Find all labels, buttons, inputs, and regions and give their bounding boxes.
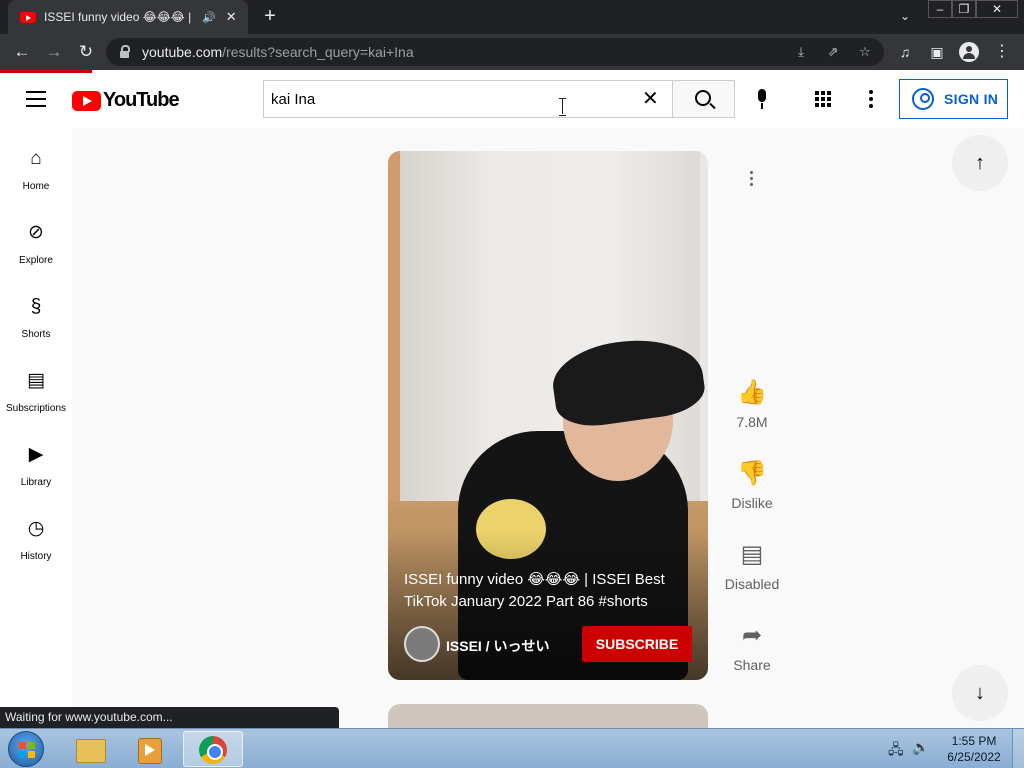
url-text[interactable]: youtube.com/results?search_query=kai+Ina — [142, 44, 414, 60]
sidebar-item-label: Subscriptions — [5, 403, 67, 414]
browser-menu-icon[interactable]: ⋮ — [990, 40, 1014, 64]
sign-in-label: SIGN IN — [944, 91, 999, 107]
share-button[interactable]: ➦ Share — [722, 621, 782, 673]
media-player-icon[interactable] — [122, 731, 178, 767]
dislike-button[interactable]: 👎 Dislike — [722, 459, 782, 511]
youtube-favicon-icon — [20, 11, 36, 23]
page-loading-bar — [0, 70, 92, 73]
reload-button[interactable]: ↻ — [74, 40, 98, 64]
thumbs-down-icon: 👎 — [737, 460, 767, 487]
network-icon[interactable]: 🖧 — [888, 739, 904, 763]
start-button[interactable] — [8, 731, 44, 767]
subscriptions-icon: ▤ — [27, 370, 45, 391]
share-arrow-icon: ➦ — [741, 622, 763, 649]
sign-in-button[interactable]: SIGN IN — [899, 79, 1008, 119]
window-close-button[interactable]: ✕ — [976, 0, 1018, 18]
system-clock[interactable]: 1:55 PM 6/25/2022 — [942, 733, 1006, 765]
search-icon — [695, 90, 711, 106]
next-short-button[interactable]: ↓ — [952, 665, 1008, 721]
volume-icon[interactable]: 🔊 — [912, 739, 929, 756]
search-input[interactable]: kai Ina ✕ — [263, 80, 672, 118]
sidebar-item-label: Explore — [19, 255, 53, 266]
account-circle-icon — [912, 88, 934, 110]
sidebar-item-history[interactable]: ◷ History — [0, 498, 72, 572]
bookmark-star-icon[interactable]: ☆ — [854, 41, 876, 63]
browser-titlebar: ISSEI funny video 😂😂😂 | ISSEI Best TikTo… — [0, 0, 1024, 34]
new-tab-button[interactable]: + — [258, 4, 282, 28]
youtube-logo[interactable]: YouTube — [72, 89, 180, 112]
sidebar-item-library[interactable]: ▶ Library — [0, 424, 72, 498]
library-icon: ▶ — [28, 444, 44, 465]
search-query-text: kai Ina — [271, 91, 316, 108]
browser-toolbar: ← → ↻ youtube.com/results?search_query=k… — [0, 34, 1024, 70]
more-actions-icon[interactable] — [750, 171, 754, 189]
share-icon[interactable]: ⇗ — [822, 41, 844, 63]
shorts-icon: § — [30, 296, 42, 317]
voice-search-mic-icon[interactable] — [756, 89, 768, 111]
lock-icon[interactable] — [120, 45, 130, 58]
text-cursor-icon — [558, 98, 567, 116]
tab-title: ISSEI funny video 😂😂😂 | ISSEI Best TikTo… — [44, 10, 194, 24]
sidebar-item-explore[interactable]: ⊘ Explore — [0, 202, 72, 276]
media-control-icon[interactable]: ♫ — [893, 40, 917, 64]
clock-time: 1:55 PM — [951, 734, 997, 748]
subscribe-button[interactable]: SUBSCRIBE — [582, 626, 692, 662]
logo-text: YouTube — [103, 89, 180, 111]
sidebar-item-home[interactable]: ⌂ Home — [0, 128, 72, 202]
dislike-label: Dislike — [731, 495, 773, 511]
thumbs-up-icon: 👍 — [737, 379, 767, 406]
arrow-down-icon: ↓ — [975, 682, 985, 704]
window-restore-button[interactable]: ❐ — [952, 0, 976, 18]
clock-date: 6/25/2022 — [947, 750, 1001, 764]
channel-avatar[interactable] — [404, 626, 440, 662]
channel-name[interactable]: ISSEI / いっせい — [446, 636, 549, 656]
clear-search-icon[interactable]: ✕ — [642, 89, 659, 109]
address-bar[interactable]: youtube.com/results?search_query=kai+Ina… — [106, 38, 884, 66]
arrow-up-icon: ↑ — [975, 152, 985, 174]
back-button[interactable]: ← — [10, 40, 34, 64]
sidebar-item-label: Shorts — [21, 329, 51, 340]
install-app-icon[interactable]: ⤓ — [790, 41, 812, 63]
previous-short-button[interactable]: ↑ — [952, 135, 1008, 191]
comments-label: Disabled — [724, 576, 780, 592]
settings-more-icon[interactable] — [869, 90, 873, 108]
mini-guide-sidebar: ⌂ Home ⊘ Explore § Shorts ▤ Subscription… — [0, 128, 72, 728]
history-icon: ◷ — [27, 518, 45, 539]
tab-search-icon[interactable]: ⌄ — [895, 6, 915, 26]
hamburger-menu-icon[interactable] — [26, 91, 46, 107]
search-button[interactable] — [672, 80, 735, 118]
show-desktop-button[interactable] — [1012, 729, 1024, 768]
side-panel-icon[interactable]: ▣ — [925, 40, 949, 64]
speaker-icon[interactable]: 🔊 — [202, 11, 216, 24]
youtube-header: YouTube kai Ina ✕ SIGN IN — [0, 70, 1024, 128]
comment-icon: ▤ — [740, 541, 764, 568]
sidebar-item-label: Library — [20, 477, 52, 488]
home-icon: ⌂ — [30, 148, 42, 169]
youtube-play-logo-icon — [72, 90, 101, 111]
chrome-taskbar-icon[interactable] — [183, 731, 243, 767]
like-count: 7.8M — [736, 414, 768, 430]
file-explorer-icon[interactable] — [62, 731, 118, 767]
browser-status-text: Waiting for www.youtube.com... — [0, 707, 339, 728]
window-minimize-button[interactable]: – — [928, 0, 952, 18]
url-path: /results?search_query=kai+Ina — [222, 44, 414, 60]
sidebar-item-shorts[interactable]: § Shorts — [0, 276, 72, 350]
comments-button[interactable]: ▤ Disabled — [722, 540, 782, 592]
url-host: youtube.com — [142, 44, 223, 60]
compass-icon: ⊘ — [28, 222, 44, 243]
sidebar-item-label: History — [20, 551, 52, 562]
short-title[interactable]: ISSEI funny video 😂😂😂 | ISSEI Best TikTo… — [404, 569, 694, 613]
shorts-video-player[interactable]: ISSEI funny video 😂😂😂 | ISSEI Best TikTo… — [388, 151, 708, 680]
forward-button[interactable]: → — [42, 40, 66, 64]
profile-avatar-icon[interactable] — [959, 42, 979, 62]
windows-taskbar: 🖧 🔊 1:55 PM 6/25/2022 — [0, 728, 1024, 768]
browser-tab-active[interactable]: ISSEI funny video 😂😂😂 | ISSEI Best TikTo… — [8, 0, 248, 34]
tab-close-icon[interactable]: ✕ — [226, 9, 237, 25]
sidebar-item-label: Home — [22, 181, 50, 192]
apps-grid-icon[interactable] — [815, 91, 831, 107]
like-button[interactable]: 👍 7.8M — [722, 378, 782, 430]
sidebar-item-subscriptions[interactable]: ▤ Subscriptions — [0, 350, 72, 424]
windows-logo-icon — [19, 742, 35, 758]
share-label: Share — [733, 657, 771, 673]
